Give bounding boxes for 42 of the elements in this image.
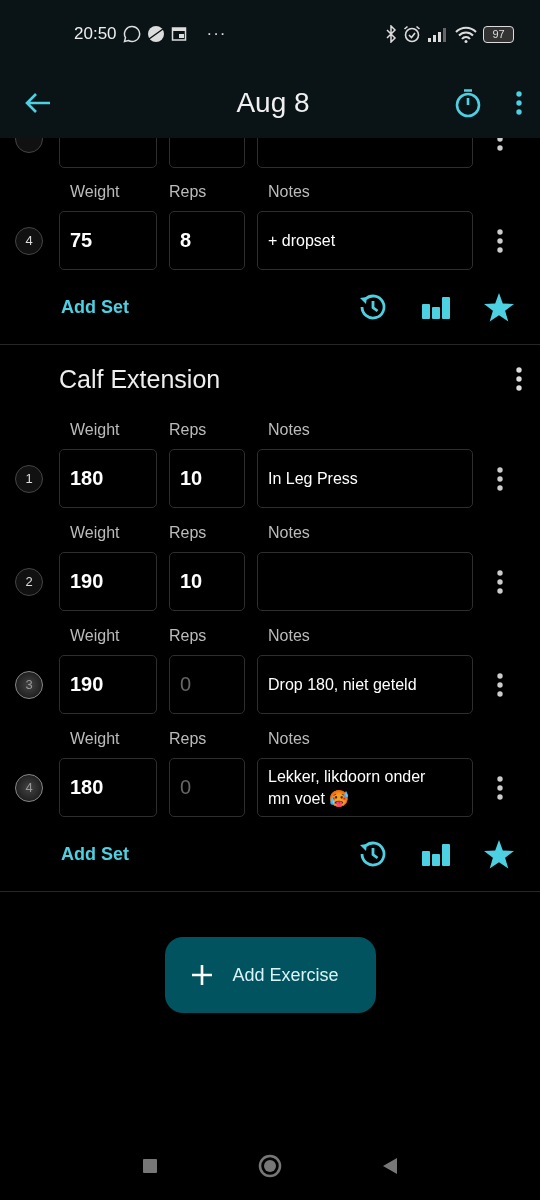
field-label: Reps xyxy=(169,524,208,543)
set-number-badge: 1 xyxy=(15,464,43,493)
reps-field[interactable]: 10 xyxy=(169,552,245,611)
notes-field[interactable]: Lekker, likdoorn onder mn voet 🥵 xyxy=(257,758,473,817)
field-label: Notes xyxy=(268,421,310,440)
weight-field[interactable]: 190 xyxy=(59,552,157,611)
weight-field[interactable]: 190 xyxy=(59,655,157,714)
field-label: Weight xyxy=(70,730,121,749)
more-notifications: ··· xyxy=(206,24,227,44)
weight-field[interactable]: 180 xyxy=(59,758,157,817)
field-label: Weight xyxy=(70,627,121,646)
reps-field[interactable]: 10 xyxy=(169,449,245,508)
battery-indicator: 97 xyxy=(483,25,514,43)
field-label: Reps xyxy=(169,421,208,440)
field-label: Weight xyxy=(70,183,121,202)
reps-field[interactable]: 0 xyxy=(169,758,245,817)
notes-field[interactable]: + dropset xyxy=(257,211,473,270)
reps-field[interactable]: 8 xyxy=(169,211,245,270)
weight-field[interactable]: 180 xyxy=(59,449,157,508)
toolbar-title: Aug 8 xyxy=(235,87,311,119)
field-label: Notes xyxy=(268,627,310,646)
set-number-badge: 2 xyxy=(15,567,43,596)
add-set-button[interactable]: Add Set xyxy=(61,296,358,318)
exercise-title: Calf Extension xyxy=(59,364,222,394)
field-label: Reps xyxy=(169,627,208,646)
field-label: Notes xyxy=(268,183,310,202)
set-number-badge: 3 xyxy=(15,670,43,699)
add-exercise-button[interactable]: Add Exercise xyxy=(164,937,376,1013)
field-label: Weight xyxy=(70,524,121,543)
clock-time: 20:50 xyxy=(74,24,117,44)
add-set-button[interactable]: Add Set xyxy=(61,843,358,865)
field-label: Weight xyxy=(70,421,121,440)
notes-field[interactable]: Drop 180, niet geteld xyxy=(257,655,473,714)
reps-field[interactable]: 0 xyxy=(169,655,245,714)
field-label: Notes xyxy=(268,730,310,749)
set-number-badge: 4 xyxy=(15,773,43,802)
weight-field[interactable]: 75 xyxy=(59,211,157,270)
set-number-badge: 4 xyxy=(15,226,43,255)
field-label: Reps xyxy=(169,183,208,202)
notes-field[interactable]: In Leg Press xyxy=(257,449,473,508)
field-label: Notes xyxy=(268,524,310,543)
field-label: Reps xyxy=(169,730,208,749)
